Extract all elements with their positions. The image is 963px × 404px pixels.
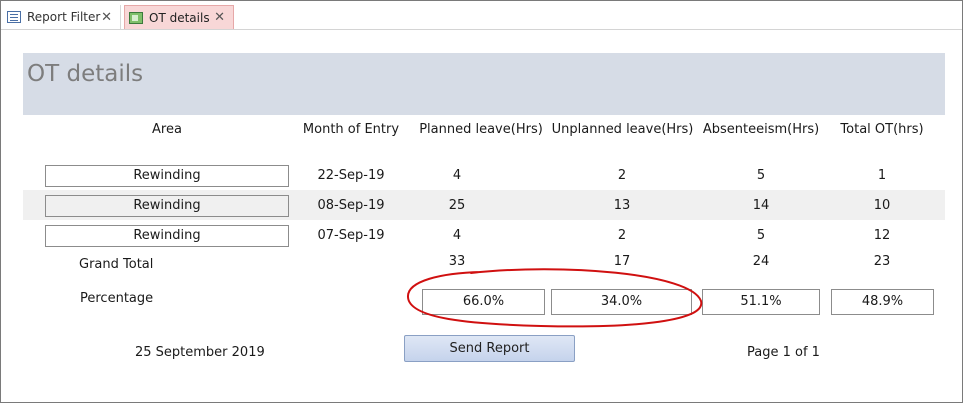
- total-ot-cell: 10: [873, 198, 891, 213]
- access-window: Report Filter ✕ OT details ✕ OT details …: [0, 0, 963, 403]
- form-icon: [7, 11, 21, 23]
- percentage-unplanned-field[interactable]: 34.0%: [551, 289, 692, 315]
- area-field[interactable]: Rewinding: [45, 195, 289, 217]
- planned-cell: 25: [448, 198, 466, 213]
- unplanned-cell: 2: [617, 228, 627, 243]
- tab-report-filter[interactable]: Report Filter ✕: [3, 5, 121, 29]
- grand-total-ot: 23: [873, 254, 891, 269]
- header-month-of-entry: Month of Entry: [302, 122, 400, 137]
- month-cell: 07-Sep-19: [317, 228, 385, 243]
- planned-cell: 4: [452, 168, 462, 183]
- grand-total-label: Grand Total: [79, 257, 154, 272]
- month-cell: 08-Sep-19: [317, 198, 385, 213]
- percentage-absenteeism-field[interactable]: 51.1%: [702, 289, 820, 315]
- absenteeism-cell: 5: [756, 228, 766, 243]
- header-absenteeism: Absenteeism(Hrs): [702, 122, 820, 137]
- report-icon: [129, 11, 143, 24]
- send-report-button[interactable]: Send Report: [404, 335, 575, 362]
- report-date: 25 September 2019: [135, 345, 265, 360]
- header-planned-leave: Planned leave(Hrs): [419, 122, 543, 137]
- header-unplanned-leave: Unplanned leave(Hrs): [551, 122, 694, 137]
- absenteeism-cell: 5: [756, 168, 766, 183]
- grand-total-planned: 33: [448, 254, 466, 269]
- close-icon[interactable]: ✕: [101, 11, 112, 24]
- tab-label: OT details: [149, 10, 210, 25]
- unplanned-cell: 13: [613, 198, 631, 213]
- report-header-band: OT details: [23, 53, 945, 115]
- document-tab-strip: Report Filter ✕ OT details ✕: [1, 1, 962, 30]
- absenteeism-cell: 14: [752, 198, 770, 213]
- report-title: OT details: [27, 61, 144, 87]
- total-ot-cell: 12: [873, 228, 891, 243]
- grand-total-unplanned: 17: [613, 254, 631, 269]
- close-icon[interactable]: ✕: [214, 11, 225, 24]
- grand-total-absenteeism: 24: [752, 254, 770, 269]
- percentage-label: Percentage: [80, 291, 154, 306]
- unplanned-cell: 2: [617, 168, 627, 183]
- tab-ot-details[interactable]: OT details ✕: [124, 5, 234, 29]
- planned-cell: 4: [452, 228, 462, 243]
- total-ot-cell: 1: [877, 168, 887, 183]
- month-cell: 22-Sep-19: [317, 168, 385, 183]
- area-field[interactable]: Rewinding: [45, 165, 289, 187]
- page-indicator: Page 1 of 1: [747, 345, 820, 360]
- percentage-planned-field[interactable]: 66.0%: [422, 289, 545, 315]
- header-total-ot: Total OT(hrs): [840, 122, 924, 137]
- tab-label: Report Filter: [27, 10, 101, 24]
- area-field[interactable]: Rewinding: [45, 225, 289, 247]
- header-area: Area: [152, 122, 182, 137]
- percentage-total-ot-field[interactable]: 48.9%: [831, 289, 934, 315]
